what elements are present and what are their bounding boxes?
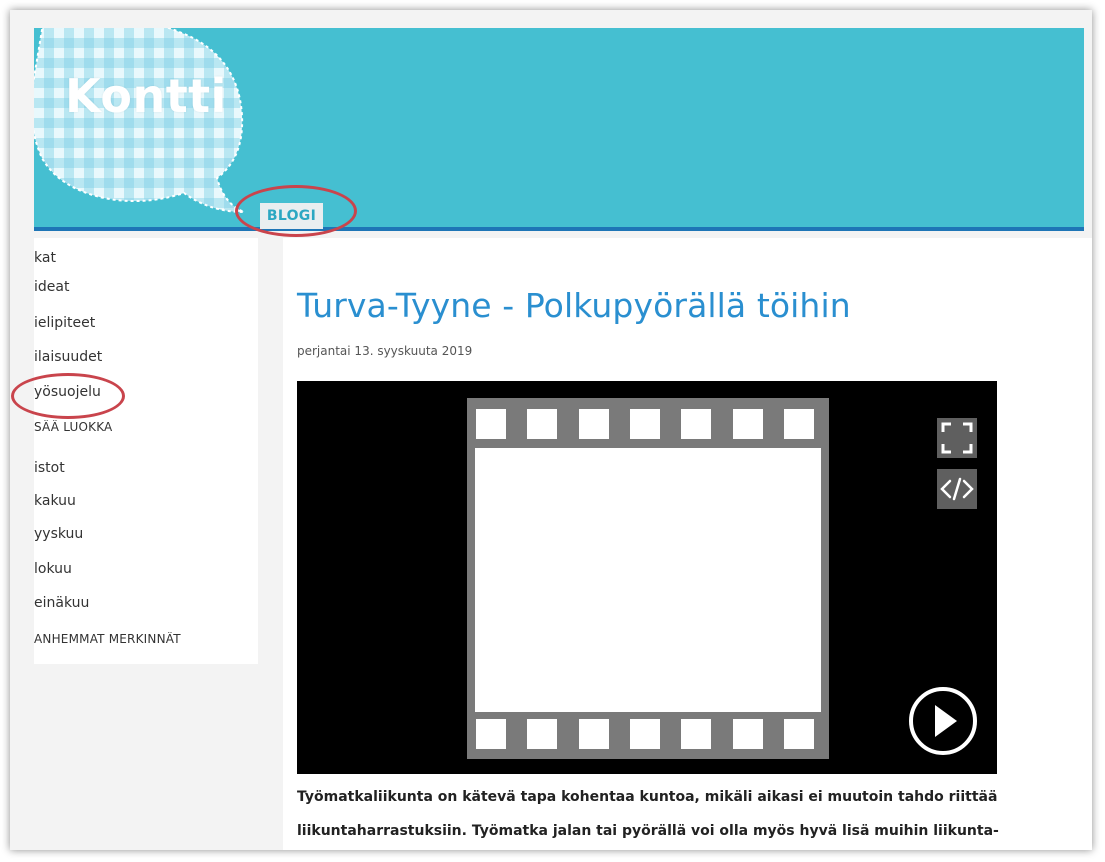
post-body-line: Työmatkaliikunta on kätevä tapa kohentaa… (297, 789, 998, 805)
sidebar-item-lisaa-luokka[interactable]: SÄÄ LUOKKA (34, 420, 258, 434)
site-logo[interactable]: Kontti (65, 69, 227, 123)
embed-code-button[interactable] (937, 469, 977, 509)
post-title[interactable]: Turva-Tyyne - Polkupyörällä töihin (297, 286, 851, 325)
browser-frame: Kontti BLOGI kat ideat ielipiteet ilaisu… (10, 10, 1092, 850)
highlight-oval-blogi (235, 185, 357, 237)
sidebar-item-arkistot: istot (34, 460, 65, 476)
sidebar-item-mielipiteet[interactable]: ielipiteet (34, 315, 258, 331)
embed-code-icon (940, 477, 974, 501)
sidebar-item-elokuu[interactable]: lokuu (34, 561, 258, 577)
sidebar-item-lokakuu[interactable]: kakuu (34, 493, 258, 509)
video-player[interactable] (297, 381, 997, 774)
site-header: Kontti BLOGI (34, 28, 1084, 231)
post-content: Turva-Tyyne - Polkupyörällä töihin perja… (283, 238, 1092, 850)
post-body-line: liikuntaharrastuksiin. Työmatka jalan ta… (297, 823, 999, 839)
sidebar-item-vanhemmat-merkinnat[interactable]: ANHEMMAT MERKINNÄT (34, 632, 258, 646)
post-date: perjantai 13. syyskuuta 2019 (297, 344, 473, 358)
sidebar-item-heinakuu[interactable]: einäkuu (34, 595, 258, 611)
highlight-oval-tyosuojelu (11, 373, 125, 419)
play-icon[interactable] (907, 685, 979, 757)
fullscreen-icon (941, 422, 973, 454)
sidebar-item-syyskuu[interactable]: yyskuu (34, 526, 258, 542)
film-strip-icon (467, 398, 829, 759)
sidebar-item-tilaisuudet[interactable]: ilaisuudet (34, 349, 258, 365)
sidebar-item-kategoriat[interactable]: kat (34, 250, 258, 266)
sidebar-item-ideat[interactable]: ideat (34, 279, 258, 295)
fullscreen-button[interactable] (937, 418, 977, 458)
blog-sidebar: kat ideat ielipiteet ilaisuudet yösuojel… (34, 238, 258, 664)
